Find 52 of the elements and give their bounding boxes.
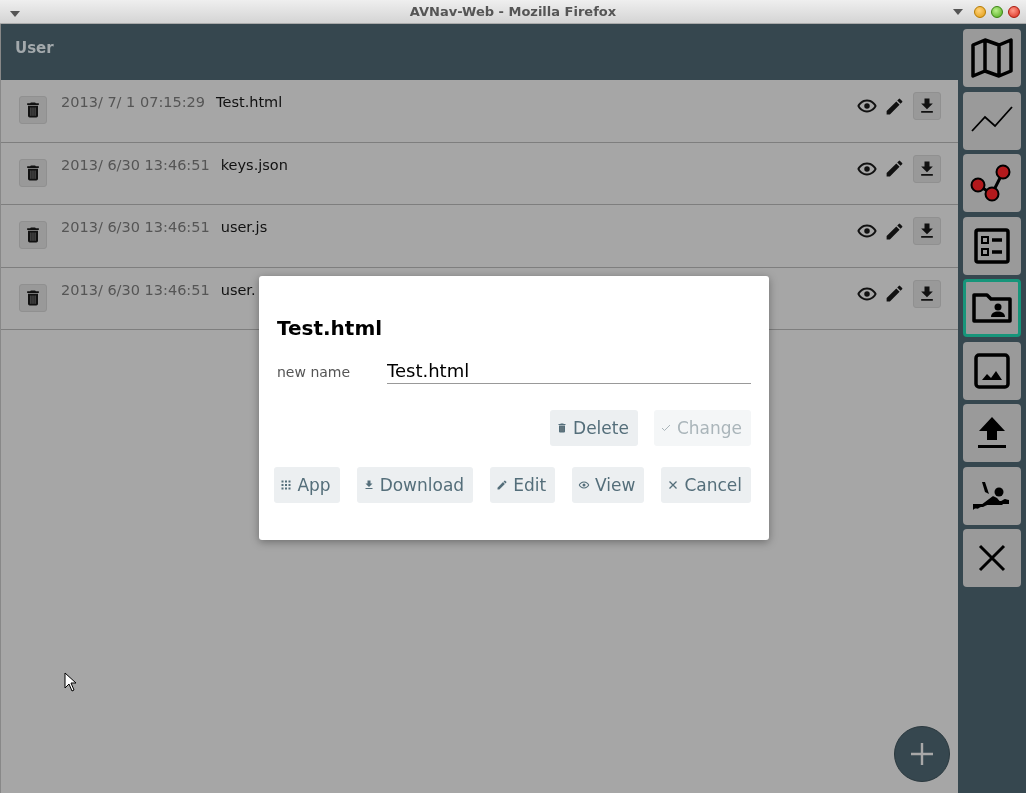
download-button[interactable]: Download	[356, 467, 474, 503]
file-date: 2013/ 6/30 13:46:51	[61, 219, 210, 235]
app-button[interactable]: App	[274, 467, 340, 503]
grid-icon	[280, 479, 293, 491]
menu-arrow-icon[interactable]	[10, 11, 20, 17]
maximize-button[interactable]	[991, 5, 1003, 18]
file-name: user.	[220, 281, 256, 298]
delete-button[interactable]: Delete	[550, 410, 638, 446]
file-name: Test.html	[216, 94, 283, 110]
sidebar-button[interactable]	[963, 466, 1021, 525]
window-title: AVNav-Web - Mozilla Firefox	[409, 4, 617, 19]
close-icon	[667, 479, 680, 491]
plus-icon	[911, 743, 933, 765]
check-icon	[659, 422, 672, 434]
sidebar-button[interactable]	[963, 404, 1021, 462]
download-button[interactable]	[913, 154, 941, 183]
field-label: new name	[277, 364, 352, 380]
sidebar-button[interactable]	[963, 216, 1021, 275]
download-button[interactable]	[913, 217, 941, 245]
trash-icon	[556, 422, 569, 434]
download-button[interactable]	[913, 92, 941, 120]
cancel-button[interactable]: Cancel	[661, 467, 751, 503]
eye-icon[interactable]	[578, 479, 591, 491]
edit-icon[interactable]	[884, 283, 905, 304]
delete-button[interactable]	[19, 158, 47, 187]
sidebar-button[interactable]	[963, 154, 1021, 212]
delete-button[interactable]	[19, 283, 47, 312]
dialog-title: Test.html	[277, 316, 384, 340]
page-title: User	[15, 38, 54, 57]
sidebar-button[interactable]	[963, 341, 1021, 400]
delete-button[interactable]	[19, 96, 47, 124]
add-button[interactable]	[894, 726, 950, 782]
file-date: 2013/ 7/ 1 07:15:29	[61, 94, 206, 110]
minimize-button[interactable]	[974, 5, 986, 18]
mouse-cursor-icon	[64, 672, 77, 692]
edit-icon[interactable]	[884, 158, 905, 179]
sidebar-button[interactable]	[963, 279, 1021, 337]
close-button[interactable]	[1008, 5, 1020, 18]
name-field[interactable]: Test.html	[387, 360, 751, 384]
edit-button[interactable]: Edit	[490, 467, 556, 503]
pencil-icon[interactable]	[496, 479, 509, 491]
file-date: 2013/ 6/30 13:46:51	[61, 156, 210, 173]
file-name: user.js	[220, 219, 268, 235]
delete-button[interactable]	[19, 221, 47, 249]
sidebar-button[interactable]	[963, 91, 1021, 150]
file-date: 2013/ 6/30 13:46:51	[61, 281, 210, 298]
sidebar-button[interactable]	[963, 29, 1021, 87]
menu-arrow-icon[interactable]	[953, 8, 963, 15]
file-name: keys.json	[220, 156, 288, 173]
download-button[interactable]	[913, 279, 941, 308]
sidebar-button[interactable]	[963, 529, 1021, 587]
view-button[interactable]: View	[572, 467, 645, 503]
